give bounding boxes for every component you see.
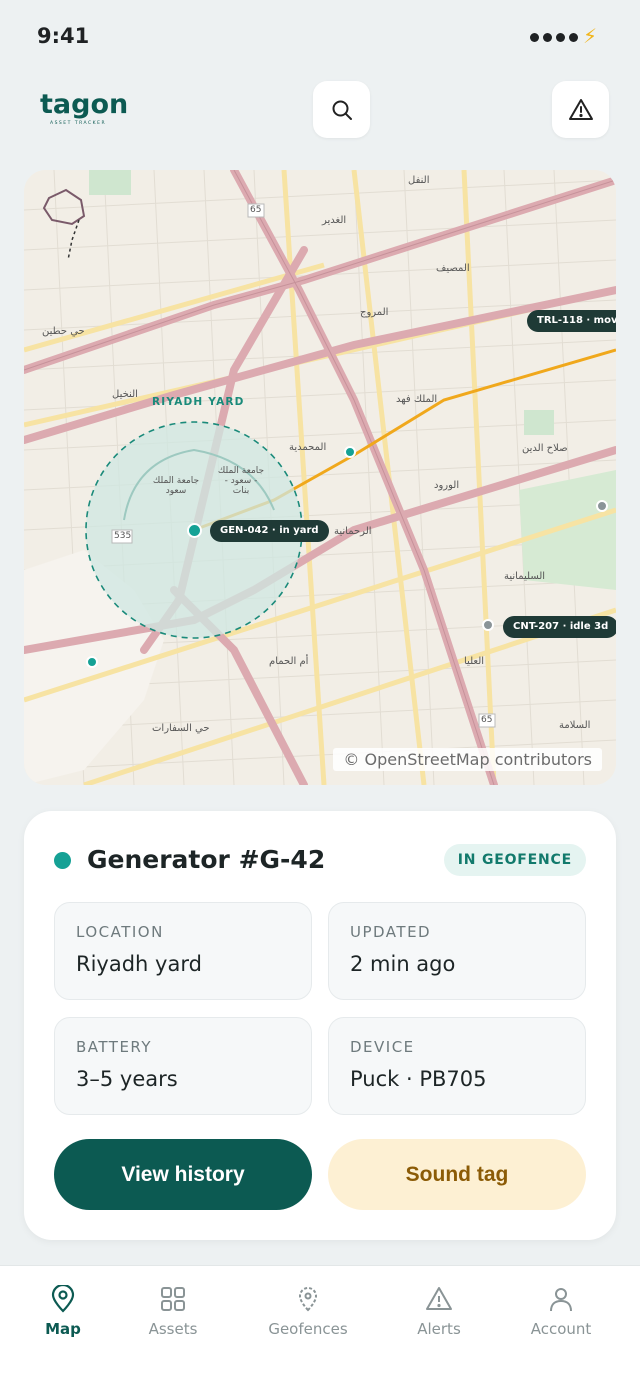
place-name: حي حطين	[42, 326, 85, 337]
status-bar: 9:41 ⚡	[0, 0, 640, 76]
place-name: الملك فهد	[396, 394, 438, 405]
alert-icon	[568, 98, 593, 120]
info-label: LOCATION	[76, 923, 164, 941]
map-attribution: © OpenStreetMap contributors	[333, 748, 602, 771]
asset-name: Generator #G-42	[87, 845, 326, 874]
road-number: 65	[481, 715, 493, 725]
asset-pin-label[interactable]: GEN-042 · in yard	[210, 520, 329, 542]
place-name: الورود	[434, 480, 460, 491]
nav-item-geofences[interactable]: Geofences	[253, 1266, 363, 1366]
geofence-label: RIYADH YARD	[152, 396, 245, 408]
nav-label: Alerts	[417, 1320, 461, 1338]
search-button[interactable]	[313, 81, 370, 138]
map-pin-icon	[51, 1285, 75, 1313]
info-label: BATTERY	[76, 1038, 153, 1056]
info-value: Puck · PB705	[350, 1067, 487, 1091]
place-name: المصيف	[436, 263, 470, 274]
geofence-icon	[298, 1287, 318, 1312]
logo-subtext: ASSET TRACKER	[50, 121, 107, 126]
place-name: المروج	[360, 307, 389, 318]
status-dot	[54, 852, 71, 869]
location-info: LOCATION Riyadh yard	[54, 902, 312, 1000]
grid-icon	[161, 1287, 185, 1311]
place-name: حي السفارات	[152, 723, 210, 734]
place-name: النخيل	[112, 389, 138, 400]
place-name: صلاح الدين	[522, 443, 568, 454]
asset-pin[interactable]	[482, 619, 494, 631]
place-name: المحمدية	[289, 442, 327, 453]
info-value: Riyadh yard	[76, 952, 202, 976]
nav-label: Assets	[148, 1320, 198, 1338]
status-time: 9:41	[37, 24, 90, 48]
bottom-nav: Map Assets Geofences Alerts Account	[0, 1265, 640, 1385]
map-view[interactable]: 65 535 65 النفل الغدير المصيف حي حطين ال…	[24, 170, 616, 785]
info-label: DEVICE	[350, 1038, 415, 1056]
place-name: النفل	[408, 175, 430, 186]
nav-item-map[interactable]: Map	[8, 1266, 118, 1366]
battery-info: BATTERY 3–5 years	[54, 1017, 312, 1115]
place-name: جامعة الملك - سعود - بنات	[217, 466, 265, 496]
nav-label: Geofences	[268, 1320, 348, 1338]
alert-icon	[426, 1287, 452, 1310]
updated-info: UPDATED 2 min ago	[328, 902, 586, 1000]
map-tiles	[24, 170, 616, 785]
asset-pin[interactable]	[86, 656, 98, 668]
nav-label: Account	[530, 1320, 592, 1338]
place-name: أم الحمام	[269, 656, 309, 667]
search-icon	[332, 100, 352, 120]
place-name: العليا	[464, 656, 485, 667]
sound-tag-button[interactable]: Sound tag	[328, 1139, 586, 1210]
nav-label: Map	[45, 1320, 81, 1338]
info-value: 3–5 years	[76, 1067, 178, 1091]
asset-pin[interactable]	[596, 500, 608, 512]
asset-pin[interactable]	[187, 523, 202, 538]
asset-pin[interactable]	[344, 446, 356, 458]
logo-text: tagon	[40, 89, 129, 120]
asset-detail-card: Generator #G-42 IN GEOFENCE LOCATION Riy…	[24, 811, 616, 1240]
place-name: الغدير	[322, 215, 347, 226]
place-name: جامعة الملك سعود	[152, 476, 200, 496]
asset-pin-label[interactable]: CNT-207 · idle 3d	[503, 616, 616, 638]
device-info: DEVICE Puck · PB705	[328, 1017, 586, 1115]
view-history-button[interactable]: View history	[54, 1139, 312, 1210]
info-label: UPDATED	[350, 923, 432, 941]
nav-item-alerts[interactable]: Alerts	[384, 1266, 494, 1366]
user-icon	[550, 1288, 572, 1312]
road-number: 65	[250, 205, 262, 215]
asset-pin-label[interactable]: TRL-118 · movin	[527, 310, 616, 332]
app-logo: tagon ASSET TRACKER	[40, 89, 129, 130]
place-name: السلامة	[559, 720, 591, 731]
nav-item-assets[interactable]: Assets	[118, 1266, 228, 1366]
alerts-button[interactable]	[552, 81, 609, 138]
battery-charging-icon: ⚡	[583, 24, 598, 48]
info-value: 2 min ago	[350, 952, 456, 976]
road-number: 535	[114, 531, 132, 541]
nav-item-account[interactable]: Account	[506, 1266, 616, 1366]
place-name: الرحمانية	[334, 526, 372, 537]
signal-icon	[530, 33, 578, 42]
status-badge: IN GEOFENCE	[443, 844, 586, 876]
place-name: السليمانية	[504, 571, 546, 582]
